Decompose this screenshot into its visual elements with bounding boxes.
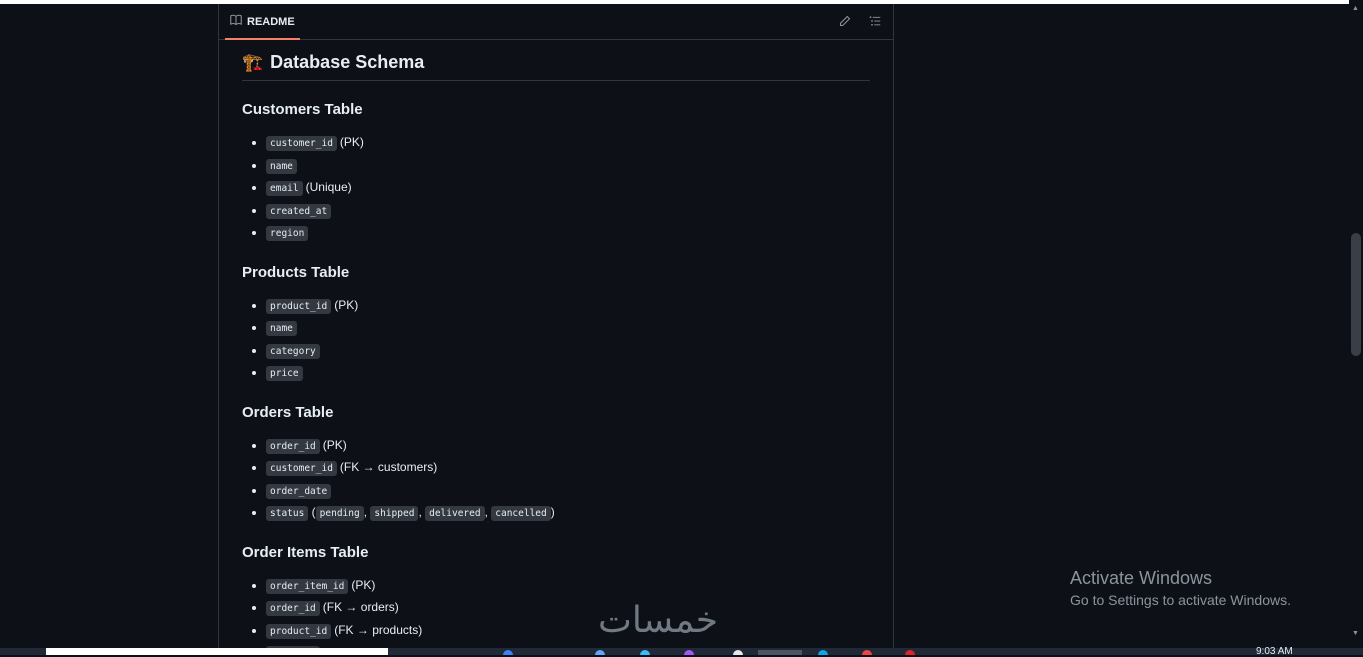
watermark-title: Activate Windows (1070, 568, 1213, 588)
field-desc: (PK) (351, 577, 376, 592)
field-desc: (FK → products) (334, 622, 423, 637)
field-code: region (266, 226, 309, 241)
field-code: created_at (266, 203, 332, 219)
taskbar-clock[interactable]: 9:03 AM (1256, 646, 1293, 657)
field-desc: (FK → orders) (322, 600, 399, 614)
taskbar-app-icon[interactable] (818, 650, 828, 655)
field-code: order_date (266, 483, 332, 499)
edit-pencil-icon[interactable] (837, 13, 853, 29)
field-desc: (PK) (322, 437, 347, 452)
field-code: order_item_id (266, 578, 349, 594)
page-scrollbar[interactable]: ▲ ▼ (1349, 0, 1363, 648)
field-desc: (PK) (339, 135, 364, 149)
field-code: product_id (266, 298, 332, 314)
khamsat-logo: خمسات (598, 600, 719, 641)
status-value: delivered (425, 506, 485, 521)
activate-windows-watermark: Activate Windows Go to Settings to activ… (1070, 568, 1291, 608)
field-code: status (266, 506, 309, 521)
field-desc: (FK → customers) (339, 460, 438, 474)
outline-list-icon[interactable] (867, 13, 883, 29)
readme-panel: README 🏗️ Database Schema Customers Tabl… (218, 4, 894, 648)
taskbar-app-icon[interactable] (684, 650, 694, 655)
list-item: created_at (266, 199, 870, 222)
list-item: region (266, 221, 870, 244)
schema-heading: 🏗️ Database Schema (242, 52, 870, 81)
construction-icon: 🏗️ (242, 52, 264, 72)
list-item: price (266, 361, 870, 384)
section-title-order-items: Order Items Table (242, 543, 369, 561)
section-title-products: Products Table (242, 263, 350, 281)
list-item: name (266, 316, 870, 339)
field-code: customer_id (266, 461, 337, 476)
list-item: email(Unique) (266, 176, 870, 199)
field-code: name (266, 321, 297, 336)
list-item: product_id(FK → products) (266, 619, 870, 642)
list-item: customer_id(FK → customers) (266, 456, 870, 479)
list-item: order_date (266, 479, 870, 502)
taskbar-app-icon[interactable] (595, 650, 605, 655)
taskbar-active-app-icon[interactable] (758, 650, 802, 655)
status-value: cancelled (491, 506, 551, 521)
field-code: customer_id (266, 136, 337, 151)
status-value: pending (315, 506, 364, 521)
field-desc: (Unique) (305, 180, 352, 194)
list-item: order_id(FK → orders) (266, 596, 870, 619)
status-value: shipped (370, 506, 419, 521)
taskbar-app-icon[interactable] (640, 650, 650, 655)
section-title-customers: Customers Table (242, 101, 363, 118)
list-item: status (pending, shipped, delivered, can… (266, 501, 870, 524)
field-code: email (266, 181, 303, 196)
book-icon (230, 14, 242, 29)
readme-tab-label: README (247, 15, 295, 28)
list-item: product_id(PK) (266, 294, 870, 317)
list-item: customer_id(PK) (266, 131, 870, 154)
taskbar-app-icon[interactable] (503, 650, 513, 655)
order-items-field-list: order_item_id(PK) order_id(FK → orders) … (242, 574, 870, 648)
scroll-thumb[interactable] (1351, 233, 1361, 356)
readme-header: README (219, 4, 893, 40)
readme-content: 🏗️ Database Schema Customers Table custo… (219, 52, 893, 648)
list-item: order_id(PK) (266, 434, 870, 457)
customers-field-list: customer_id(PK) name email(Unique) creat… (242, 131, 870, 244)
schema-heading-text: Database Schema (270, 52, 425, 72)
taskbar-search-box[interactable] (46, 648, 388, 655)
field-code: product_id (266, 623, 332, 639)
scroll-up-arrow-icon[interactable]: ▲ (1352, 5, 1359, 12)
section-title-orders: Orders Table (242, 403, 334, 421)
field-code: order_id (266, 438, 320, 454)
list-item: name (266, 154, 870, 177)
watermark-subtitle: Go to Settings to activate Windows. (1070, 592, 1291, 608)
scroll-down-arrow-icon[interactable]: ▼ (1352, 630, 1359, 637)
taskbar-app-icon[interactable] (733, 650, 743, 655)
field-code: name (266, 158, 297, 174)
list-item: quantity (266, 641, 870, 648)
field-code: category (266, 343, 320, 359)
windows-taskbar: 9:03 AM (0, 646, 1363, 657)
list-item: category (266, 339, 870, 362)
readme-tab[interactable]: README (225, 4, 300, 40)
field-code: order_id (266, 601, 320, 616)
taskbar-app-icon[interactable] (862, 650, 872, 655)
products-field-list: product_id(PK) name category price (242, 294, 870, 384)
list-item: order_item_id(PK) (266, 574, 870, 597)
field-desc: (PK) (334, 297, 359, 312)
orders-field-list: order_id(PK) customer_id(FK → customers)… (242, 434, 870, 524)
field-code: price (266, 366, 303, 381)
taskbar-app-icon[interactable] (905, 650, 915, 655)
